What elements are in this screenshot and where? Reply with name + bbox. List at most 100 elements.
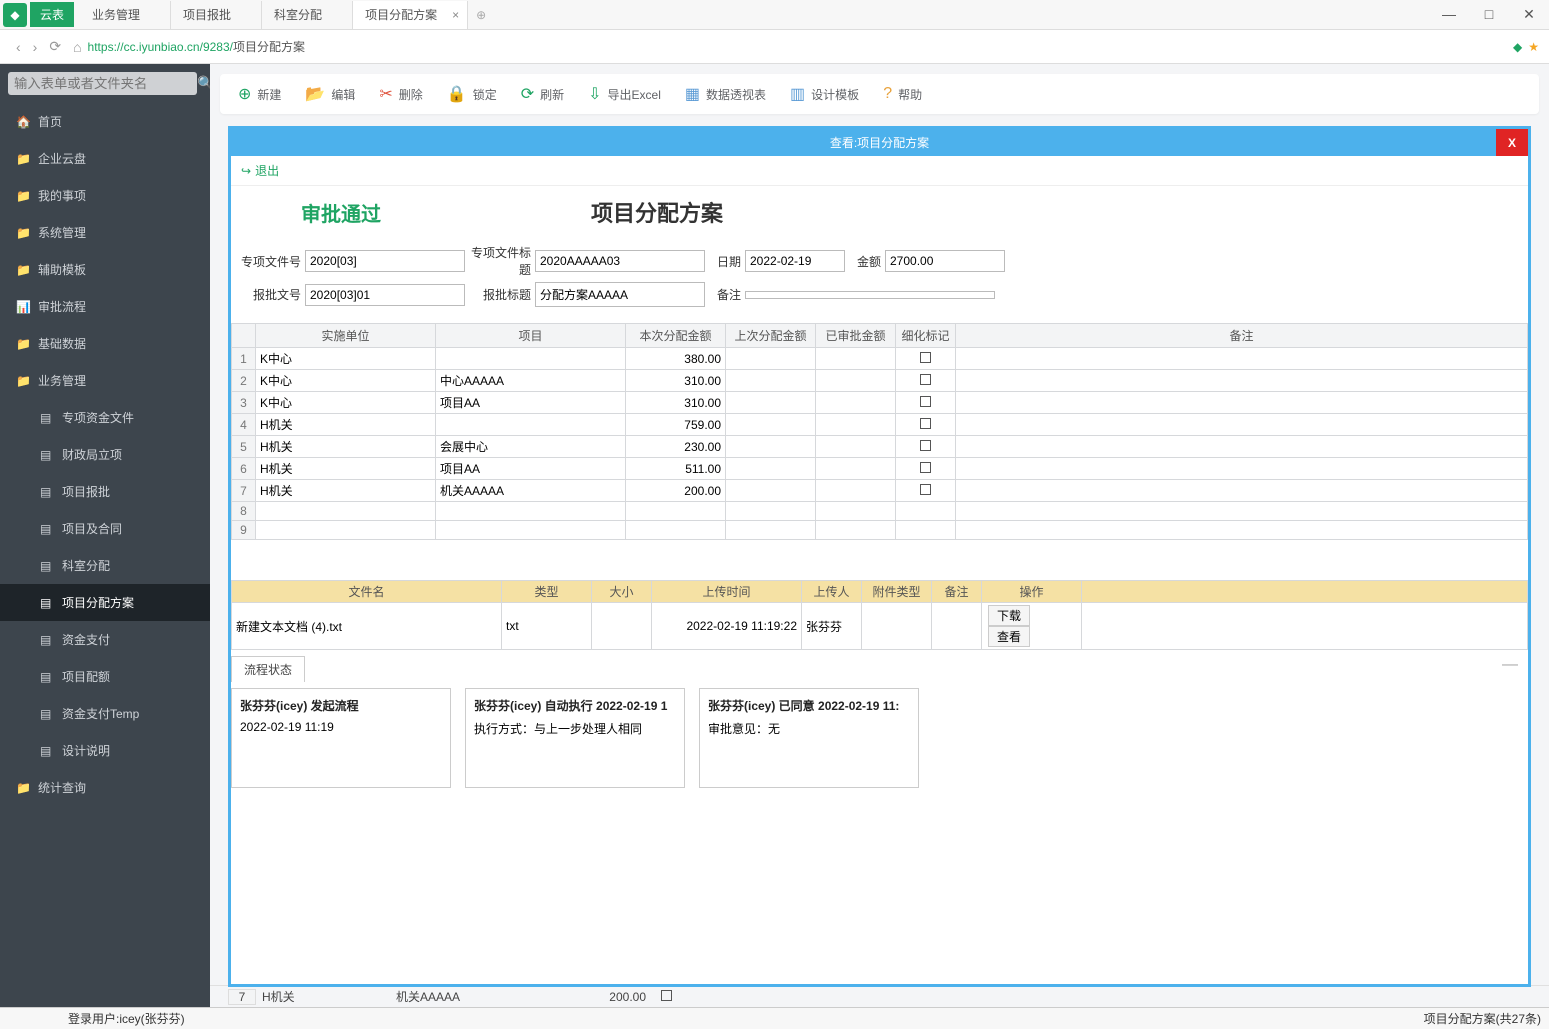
checkbox-icon[interactable]: [920, 440, 931, 451]
checkbox-icon[interactable]: [920, 396, 931, 407]
col-filename: 文件名: [232, 581, 502, 603]
flow-status-tab[interactable]: 流程状态: [231, 656, 305, 682]
doc-title-field[interactable]: 2020AAAAA03: [535, 250, 705, 272]
col-ops: 操作: [982, 581, 1082, 603]
close-icon[interactable]: ×: [452, 8, 459, 22]
refresh-button[interactable]: ⟳刷新: [521, 84, 564, 104]
sidebar-subitem[interactable]: ▤项目配额: [0, 658, 210, 695]
table-row[interactable]: 3K中心项目AA310.00: [232, 392, 1528, 414]
folder-icon: 📁: [16, 189, 30, 203]
table-row[interactable]: 8: [232, 502, 1528, 521]
back-icon[interactable]: ‹: [16, 39, 21, 55]
star-icon[interactable]: ★: [1528, 40, 1539, 54]
attachment-row[interactable]: 新建文本文档 (4).txt txt 2022-02-19 11:19:22 张…: [232, 603, 1528, 650]
col-remark[interactable]: 备注: [956, 324, 1528, 348]
sidebar-item[interactable]: 📁辅助模板: [0, 251, 210, 288]
sidebar-subitem[interactable]: ▤项目报批: [0, 473, 210, 510]
checkbox-icon[interactable]: [920, 374, 931, 385]
sidebar-item[interactable]: 🏠首页: [0, 103, 210, 140]
file-icon: ▤: [40, 485, 54, 499]
checkbox-icon: [661, 990, 672, 1001]
table-row[interactable]: 4H机关759.00: [232, 414, 1528, 436]
delete-button[interactable]: ✂删除: [379, 84, 422, 104]
app-icon[interactable]: ◆: [3, 3, 27, 27]
tab-business[interactable]: 业务管理: [80, 1, 171, 29]
amount-field[interactable]: 2700.00: [885, 250, 1005, 272]
sidebar-item[interactable]: 📁系统管理: [0, 214, 210, 251]
sidebar-subitem[interactable]: ▤项目分配方案: [0, 584, 210, 621]
sidebar-item-stats[interactable]: 📁 统计查询: [0, 769, 210, 806]
url-text: https://cc.iyunbiao.cn/9283/项目分配方案: [88, 38, 305, 55]
attachment-grid[interactable]: 文件名 类型 大小 上传时间 上传人 附件类型 备注 操作 新建文本文档 (4)…: [231, 580, 1528, 650]
col-approved[interactable]: 已审批金额: [816, 324, 896, 348]
new-button[interactable]: ⊕新建: [238, 84, 281, 104]
file-icon: ▤: [40, 707, 54, 721]
sidebar-item[interactable]: 📁基础数据: [0, 325, 210, 362]
checkbox-icon[interactable]: [920, 352, 931, 363]
statusbar: 登录用户:icey(张芬芬) 项目分配方案(共27条): [0, 1007, 1549, 1029]
checkbox-icon[interactable]: [920, 418, 931, 429]
tab-allocation[interactable]: 项目分配方案×: [353, 1, 468, 29]
help-button[interactable]: ?帮助: [883, 84, 922, 104]
exit-button[interactable]: ↪退出: [231, 156, 1528, 186]
tab-approval[interactable]: 项目报批: [171, 1, 262, 29]
table-row[interactable]: 1K中心380.00: [232, 348, 1528, 370]
tab-dept[interactable]: 科室分配: [262, 1, 353, 29]
sidebar-subitem[interactable]: ▤设计说明: [0, 732, 210, 769]
template-button[interactable]: ▥设计模板: [790, 84, 859, 104]
search-input[interactable]: [8, 72, 197, 95]
sidebar-item[interactable]: 📁业务管理: [0, 362, 210, 399]
bookmark-icon[interactable]: ◆: [1513, 40, 1522, 54]
col-cur[interactable]: 本次分配金额: [626, 324, 726, 348]
sidebar-subitem[interactable]: ▤资金支付: [0, 621, 210, 658]
lock-button[interactable]: 🔒锁定: [447, 84, 497, 104]
table-row[interactable]: 2K中心中心AAAAA310.00: [232, 370, 1528, 392]
date-field[interactable]: 2022-02-19: [745, 250, 845, 272]
approve-title-field[interactable]: 分配方案AAAAA: [535, 282, 705, 307]
tab-add-button[interactable]: ⊕: [468, 8, 494, 22]
sidebar-subitem[interactable]: ▤财政局立项: [0, 436, 210, 473]
sidebar-subitem[interactable]: ▤资金支付Temp: [0, 695, 210, 732]
home-icon[interactable]: ⌂: [73, 39, 81, 55]
download-button[interactable]: 下载: [988, 605, 1030, 626]
allocation-grid[interactable]: 实施单位 项目 本次分配金额 上次分配金额 已审批金额 细化标记 备注 1K中心…: [231, 323, 1528, 540]
form-title: 项目分配方案: [591, 196, 723, 228]
export-icon: ⇩: [588, 84, 601, 104]
col-refine[interactable]: 细化标记: [896, 324, 956, 348]
sidebar-subitem[interactable]: ▤专项资金文件: [0, 399, 210, 436]
sidebar-item[interactable]: 📊审批流程: [0, 288, 210, 325]
table-row[interactable]: 9: [232, 521, 1528, 540]
forward-icon[interactable]: ›: [33, 39, 38, 55]
sidebar-item[interactable]: 📁我的事项: [0, 177, 210, 214]
doc-no-field[interactable]: 2020[03]: [305, 250, 465, 272]
col-uploader: 上传人: [802, 581, 862, 603]
content: ⊕新建 📂编辑 ✂删除 🔒锁定 ⟳刷新 ⇩导出Excel ▦数据透视表 ▥设计模…: [210, 64, 1549, 1007]
window-close[interactable]: ✕: [1509, 6, 1549, 23]
window-maximize[interactable]: □: [1469, 6, 1509, 23]
export-button[interactable]: ⇩导出Excel: [588, 84, 661, 104]
pivot-button[interactable]: ▦数据透视表: [685, 84, 766, 104]
sidebar-subitem[interactable]: ▤科室分配: [0, 547, 210, 584]
table-row[interactable]: 6H机关项目AA511.00: [232, 458, 1528, 480]
table-row[interactable]: 7H机关机关AAAAA200.00: [232, 480, 1528, 502]
flow-card: 张芬芬(icey) 发起流程2022-02-19 11:19: [231, 688, 451, 788]
checkbox-icon[interactable]: [920, 484, 931, 495]
dialog-close-button[interactable]: X: [1496, 129, 1528, 156]
sidebar-subitem[interactable]: ▤项目及合同: [0, 510, 210, 547]
col-uptime: 上传时间: [652, 581, 802, 603]
table-row[interactable]: 5H机关会展中心230.00: [232, 436, 1528, 458]
minimize-icon[interactable]: —: [1502, 656, 1528, 674]
edit-button[interactable]: 📂编辑: [305, 84, 355, 104]
sidebar-item[interactable]: 📁企业云盘: [0, 140, 210, 177]
toolbar: ⊕新建 📂编辑 ✂删除 🔒锁定 ⟳刷新 ⇩导出Excel ▦数据透视表 ▥设计模…: [220, 74, 1539, 114]
col-project[interactable]: 项目: [436, 324, 626, 348]
window-minimize[interactable]: —: [1429, 6, 1469, 23]
amount-label: 金额: [845, 253, 885, 270]
remark-field[interactable]: [745, 291, 995, 299]
col-unit[interactable]: 实施单位: [256, 324, 436, 348]
view-button[interactable]: 查看: [988, 626, 1030, 647]
refresh-icon[interactable]: ⟳: [49, 38, 61, 55]
approve-no-field[interactable]: 2020[03]01: [305, 284, 465, 306]
col-prev[interactable]: 上次分配金额: [726, 324, 816, 348]
checkbox-icon[interactable]: [920, 462, 931, 473]
